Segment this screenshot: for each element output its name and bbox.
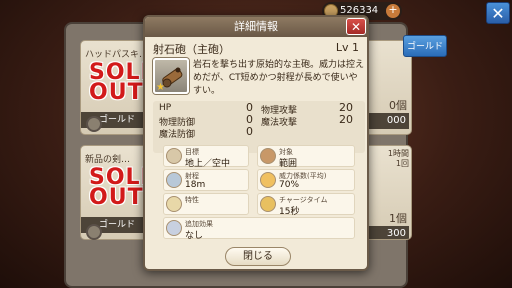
attr-value: 70% [279,180,300,190]
item-name: 射石砲（主砲） [153,43,230,56]
screen-close-button[interactable]: ✕ [486,2,510,24]
sold-out-stamp: SOLD OUT [89,165,160,210]
attr-value: なし [185,231,204,241]
item-description: 岩石を撃ち出す原始的な主砲。威力は控えめだが、CT短めかつ射程が長めで使いやすい… [193,60,365,96]
ring-icon [86,224,102,240]
attr-value: 範囲 [279,159,298,169]
sold-out-stamp: SOLD OUT [89,60,160,105]
cannon-icon: ★ [153,58,189,94]
detail-dialog: 詳細情報 ✕ 射石砲（主砲） Lv 1 ★ 岩石を撃ち出す原始的な主砲。威力は控… [143,15,369,271]
dialog-title: 詳細情報 [145,17,367,37]
rarity-star-icon: ★ [156,82,165,93]
card-title: 新品の剣… [85,155,131,165]
add-currency-button[interactable]: + [386,4,400,18]
effect-icon [166,220,182,236]
attr-value: 15秒 [279,207,300,217]
limit-tag: 1回 [395,159,409,168]
stat-value: 0 [246,125,253,138]
attr-range: 射程 18m [163,169,249,191]
gold-tab-button[interactable]: ゴールド [403,35,447,57]
attr-power: 威力係数(平均) 70% [257,169,355,191]
area-icon [260,148,276,164]
attr-label: 特性 [185,196,199,204]
attr-trait: 特性 [163,193,249,215]
ring-icon [86,116,102,132]
item-count: 0個 [389,99,407,112]
attr-scope: 対象 範囲 [257,145,355,169]
item-level: Lv 1 [335,41,359,54]
attr-target: 目標 地上／空中 [163,145,249,169]
stat-label: HP [159,103,172,113]
stat-value: 20 [339,113,353,126]
attr-charge: チャージタイム 15秒 [257,193,355,217]
attr-effect: 追加効果 なし [163,217,355,241]
power-icon [260,172,276,188]
item-count: 1個 [389,212,407,225]
close-button[interactable]: 閉じる [225,247,291,266]
stat-label: 魔法攻撃 [261,118,298,128]
dialog-close-button[interactable]: ✕ [346,18,366,35]
attr-value: 地上／空中 [185,159,231,169]
price-box: 000 [365,113,409,129]
price-box: 300 [365,226,409,239]
charge-icon [260,196,276,212]
attr-value: 18m [185,180,206,190]
stat-label: 魔法防御 [159,130,196,140]
range-icon [166,172,182,188]
card-title: ハッドパスキ… [85,50,149,60]
target-icon [166,148,182,164]
sword-icon [166,196,182,212]
